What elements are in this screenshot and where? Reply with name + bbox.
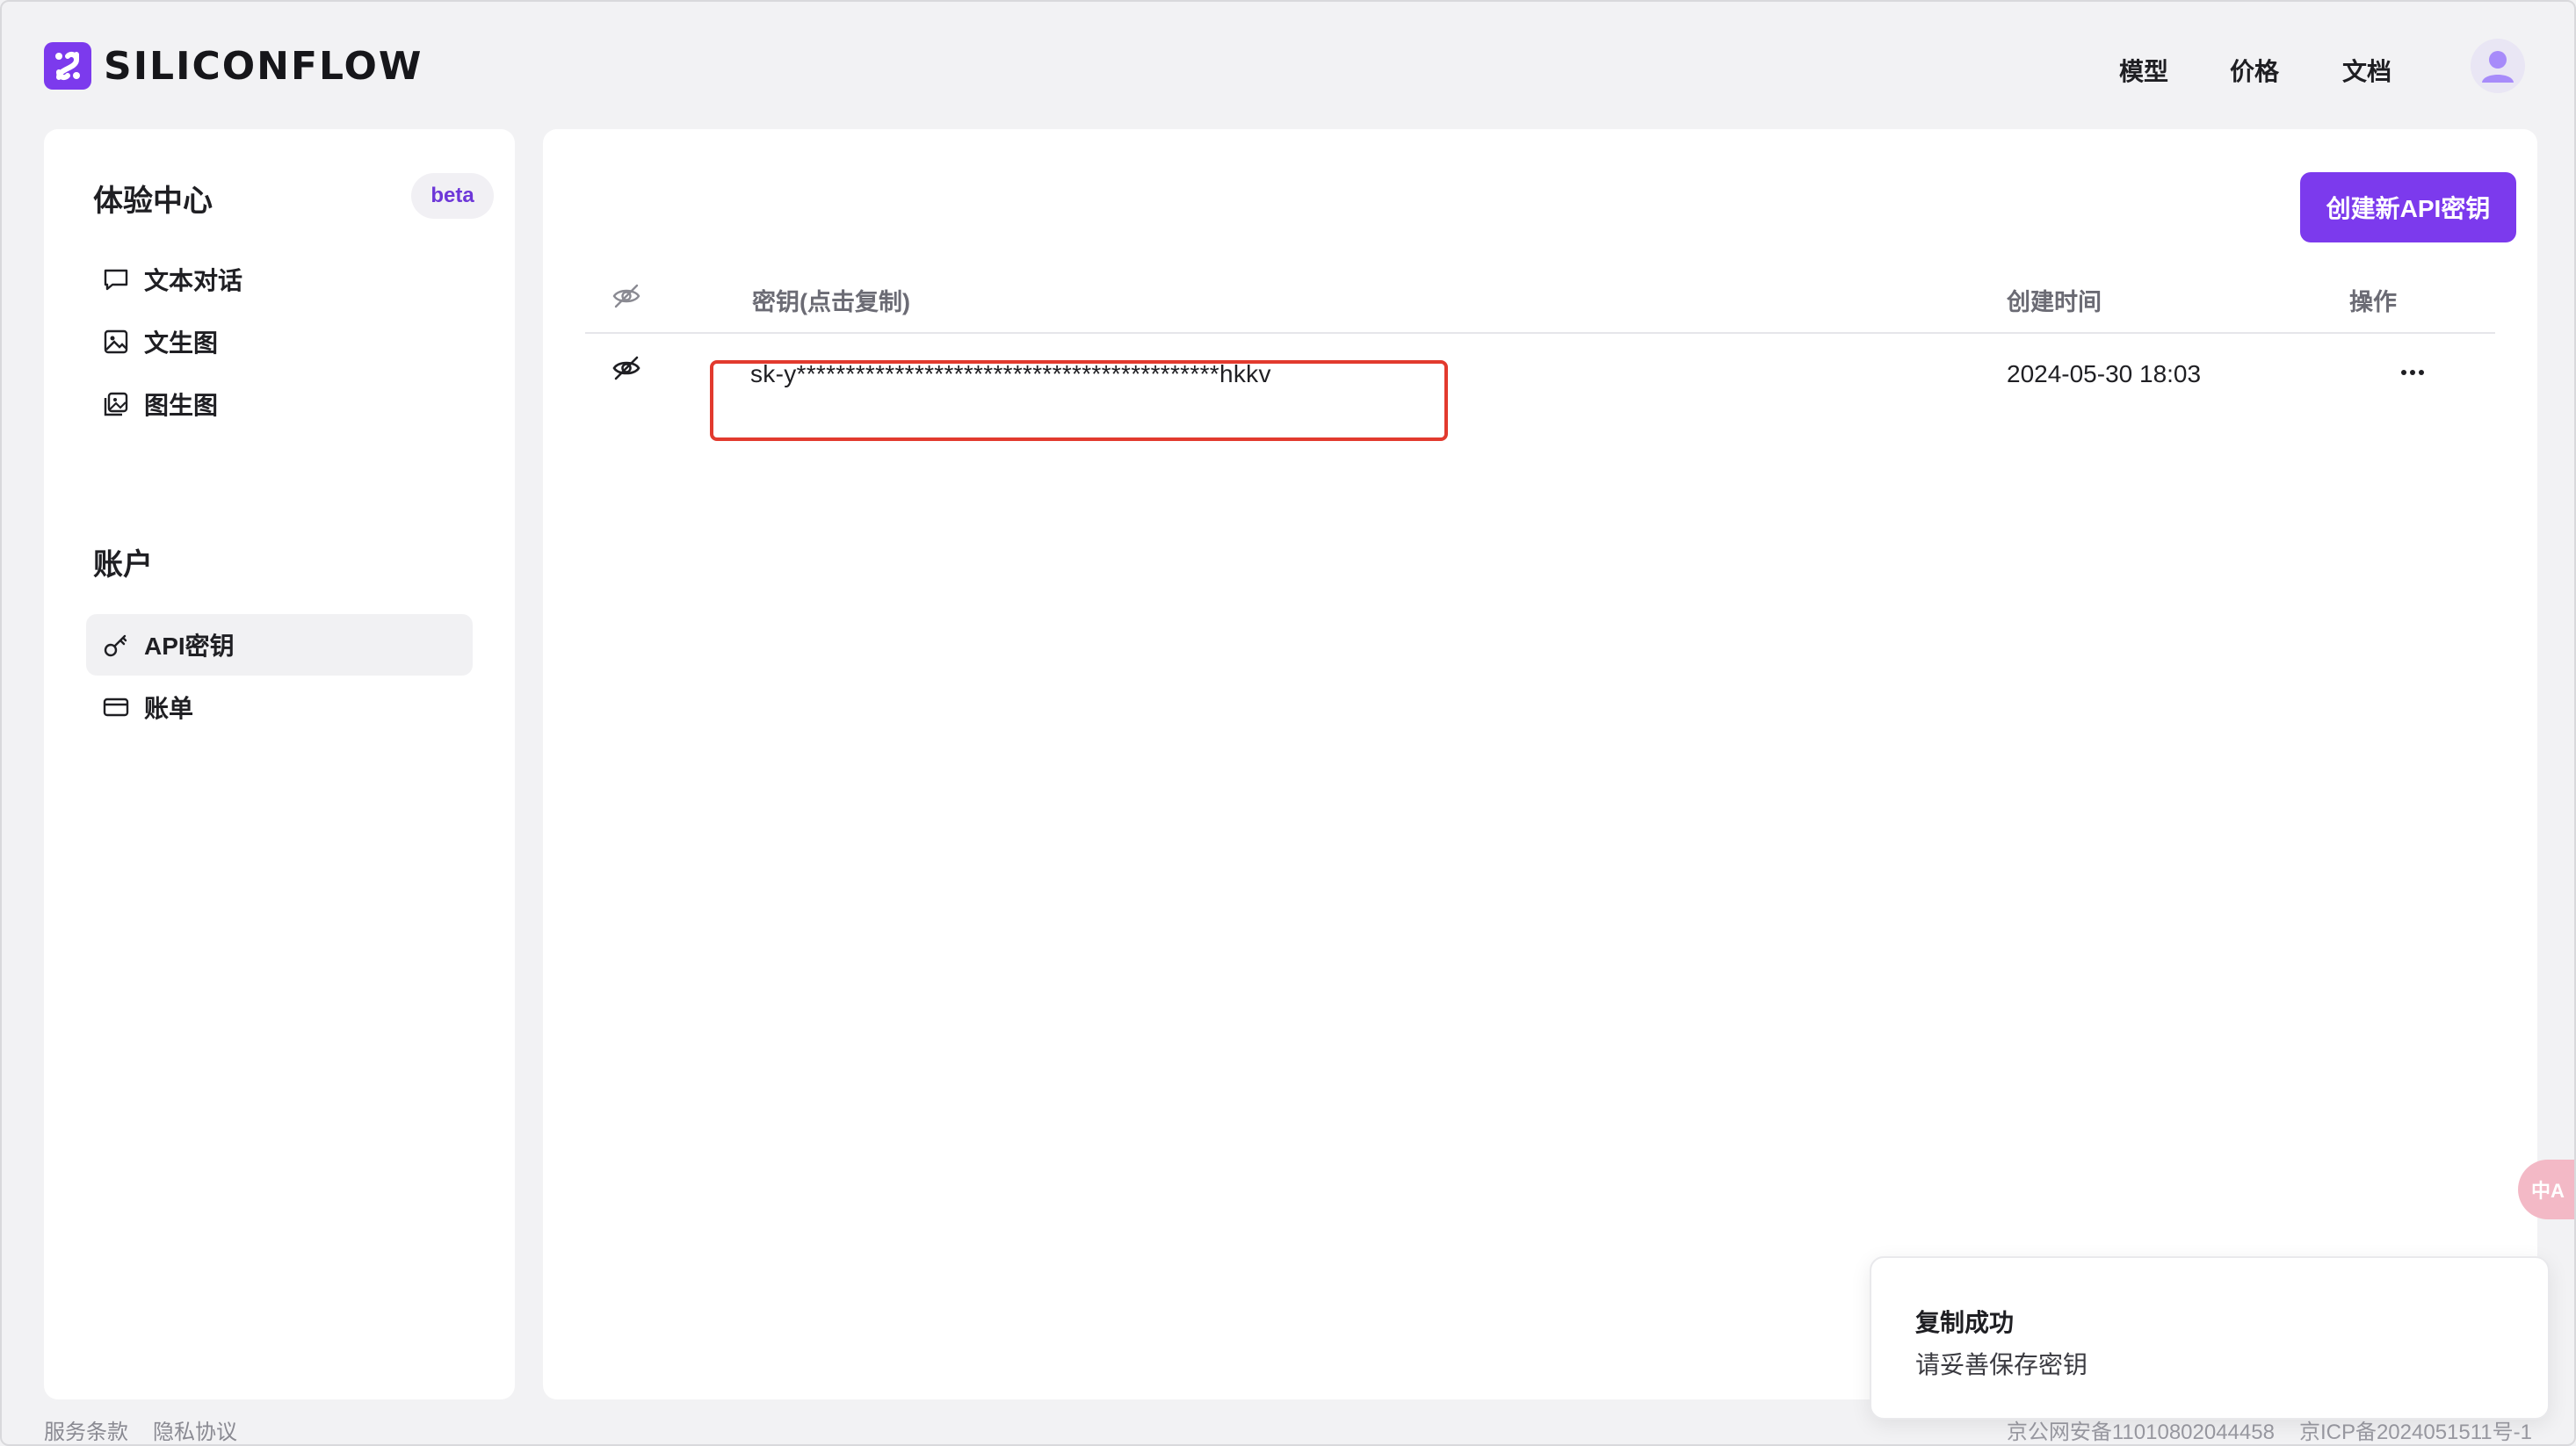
- brand-logo[interactable]: SILICONFLOW: [44, 42, 423, 90]
- brand-name: SILICONFLOW: [104, 43, 423, 89]
- key-icon: [100, 629, 132, 661]
- account-heading: 账户: [93, 548, 153, 582]
- chat-icon: [100, 264, 132, 295]
- copy-success-toast: 复制成功 请妥善保存密钥: [1870, 1256, 2550, 1420]
- table-row: sk-y************************************…: [585, 334, 2495, 441]
- toast-title: 复制成功: [1915, 1309, 2015, 1336]
- sidebar-item-billing[interactable]: 账单: [86, 676, 473, 738]
- footer-links: 服务条款 隐私协议: [44, 1414, 237, 1444]
- sidebar-item-text-chat[interactable]: 文本对话: [86, 249, 473, 310]
- table-header: 密钥(点击复制) 创建时间 操作: [585, 274, 2495, 334]
- translate-icon[interactable]: 中A: [2518, 1160, 2574, 1219]
- beta-badge: beta: [411, 173, 494, 219]
- image-stack-icon: [100, 388, 132, 420]
- app-window: SILICONFLOW 模型 价格 文档 体验中心 beta 文本对话 文生图 …: [0, 0, 2576, 1446]
- more-actions-icon[interactable]: [2393, 355, 2432, 390]
- sidebar-item-text-to-image[interactable]: 文生图: [86, 311, 473, 372]
- terms-link[interactable]: 服务条款: [44, 1414, 128, 1444]
- sidebar: 体验中心 beta 文本对话 文生图 图生图 账户 API密钥 账单: [44, 129, 515, 1399]
- column-header-key: 密钥(点击复制): [752, 289, 910, 315]
- siliconflow-logo-icon: [44, 42, 91, 90]
- privacy-link[interactable]: 隐私协议: [153, 1414, 237, 1444]
- sidebar-item-label: 文生图: [144, 329, 219, 357]
- column-header-created: 创建时间: [2007, 289, 2102, 315]
- sidebar-item-label: 账单: [144, 695, 194, 722]
- column-header-actions: 操作: [2349, 289, 2397, 315]
- top-header: SILICONFLOW 模型 价格 文档: [2, 2, 2574, 125]
- created-time: 2024-05-30 18:03: [2007, 360, 2202, 387]
- user-avatar[interactable]: [2471, 39, 2525, 93]
- experience-heading: 体验中心: [93, 184, 213, 218]
- eye-off-icon[interactable]: [611, 353, 641, 387]
- sidebar-item-api-keys[interactable]: API密钥: [86, 614, 473, 676]
- user-icon: [2482, 51, 2514, 83]
- image-icon: [100, 326, 132, 358]
- create-api-key-button[interactable]: 创建新API密钥: [2300, 172, 2516, 242]
- sidebar-item-label: API密钥: [144, 633, 235, 660]
- nav-pricing[interactable]: 价格: [2230, 53, 2279, 88]
- toggle-visibility-all-icon[interactable]: [611, 281, 641, 317]
- sidebar-item-image-to-image[interactable]: 图生图: [86, 373, 473, 435]
- toast-message: 请妥善保存密钥: [1915, 1351, 2088, 1378]
- main-panel: 创建新API密钥 密钥(点击复制) 创建时间 操作 sk-y**********…: [543, 129, 2537, 1399]
- nav-docs[interactable]: 文档: [2342, 53, 2391, 88]
- card-icon: [100, 691, 132, 723]
- api-key-value[interactable]: sk-y************************************…: [750, 360, 1271, 388]
- sidebar-item-label: 文本对话: [144, 267, 243, 294]
- nav-models[interactable]: 模型: [2119, 53, 2168, 88]
- sidebar-item-label: 图生图: [144, 392, 219, 419]
